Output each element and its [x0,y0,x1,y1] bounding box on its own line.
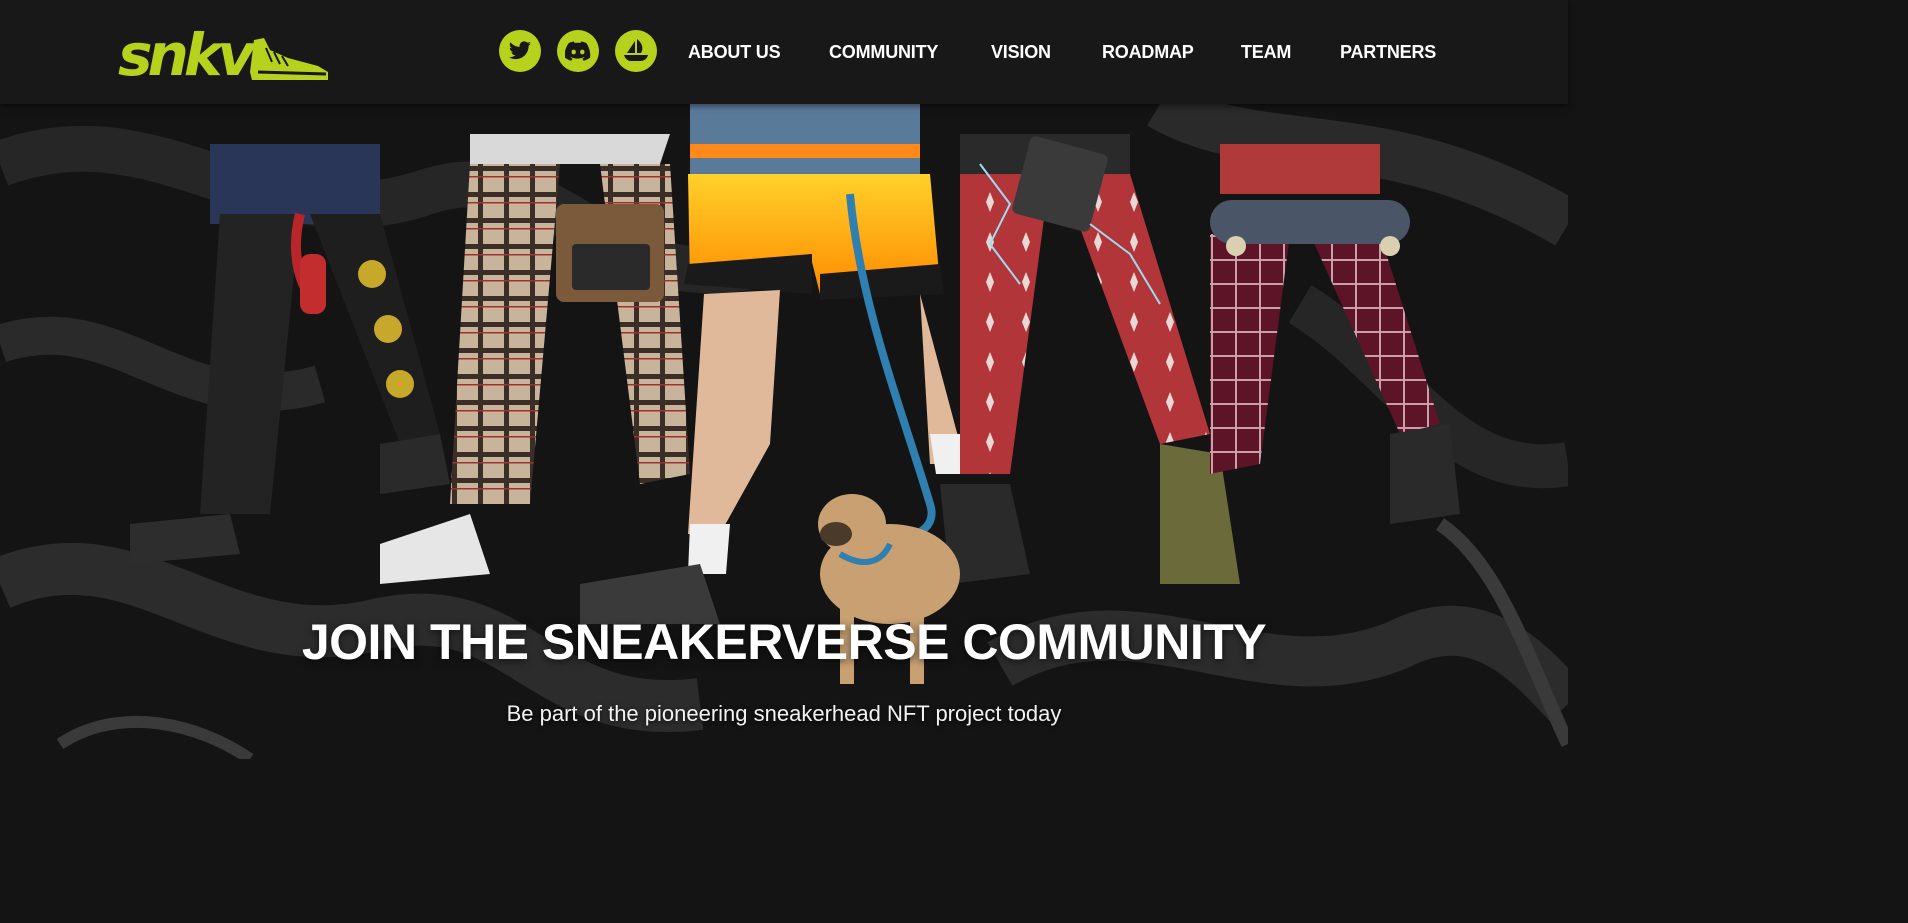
nav-vision[interactable]: VISION [991,40,1051,64]
discord-icon [565,41,591,61]
twitter-button[interactable] [499,30,541,72]
hero-section: JOIN THE SNEAKERVERSE COMMUNITY Be part … [0,104,1568,759]
nav-roadmap[interactable]: ROADMAP [1102,40,1194,64]
site-header: snkv ABOUT US COMMUNITY VISION ROADMAP T… [0,0,1568,104]
hero-title: JOIN THE SNEAKERVERSE COMMUNITY [301,614,1267,670]
opensea-button[interactable] [615,30,657,72]
opensea-icon [624,39,648,61]
sneaker-logo-icon [250,38,328,80]
logo-wordmark: snkv [118,21,255,89]
nav-team[interactable]: TEAM [1241,40,1291,64]
hero-subtitle: Be part of the pioneering sneakerhead NF… [506,701,1062,726]
discord-button[interactable] [557,30,599,72]
nav-about-us[interactable]: ABOUT US [688,40,781,64]
snkv-logo[interactable]: snkv [118,20,330,84]
nav-community[interactable]: COMMUNITY [829,40,938,64]
nav-partners[interactable]: PARTNERS [1340,40,1436,64]
twitter-icon [508,41,531,60]
social-links [499,30,657,72]
